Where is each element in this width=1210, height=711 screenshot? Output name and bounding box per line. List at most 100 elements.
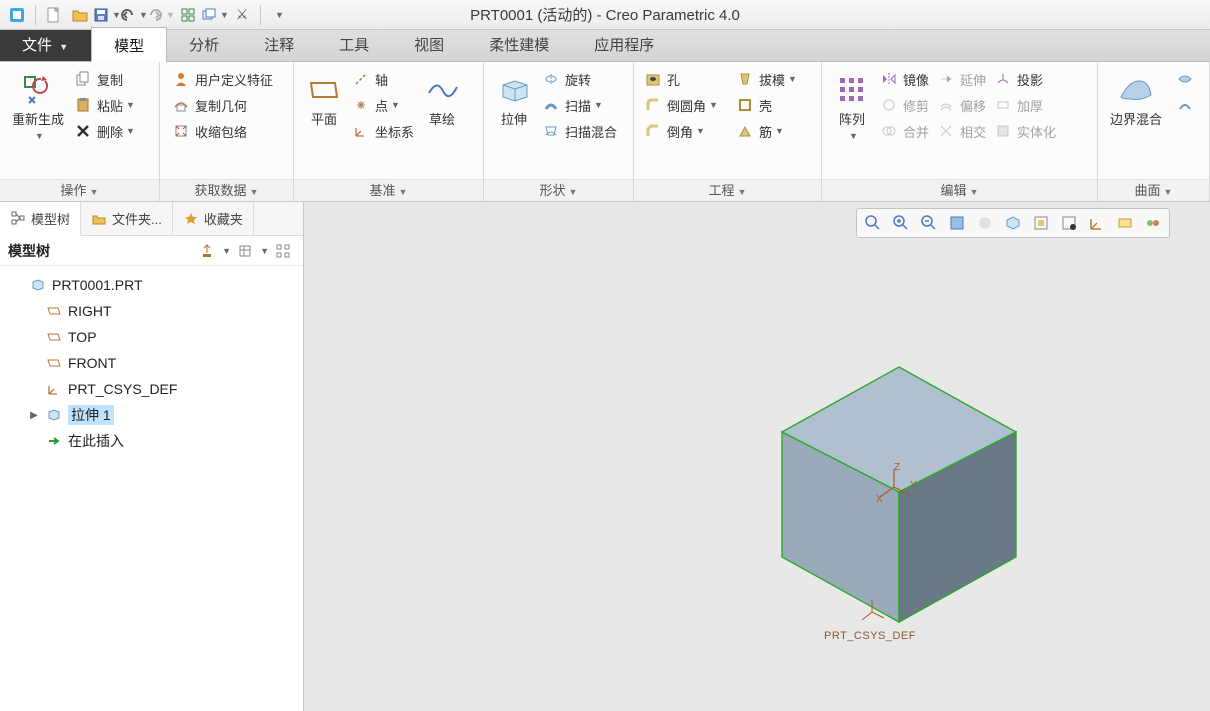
plane-icon bbox=[45, 328, 63, 346]
revolve-button[interactable]: 旋转 bbox=[538, 66, 621, 92]
thicken-button[interactable]: 加厚 bbox=[990, 92, 1060, 118]
plane-button[interactable]: 平面 bbox=[300, 66, 348, 129]
tab-annotate[interactable]: 注释 bbox=[242, 27, 317, 61]
extrude-button[interactable]: 拉伸 bbox=[490, 66, 538, 129]
merge-button[interactable]: 合并 bbox=[876, 118, 933, 144]
tree-plane-front[interactable]: FRONT bbox=[0, 350, 303, 376]
graphics-viewport[interactable]: Y Z X PRT_CSYS_DEF bbox=[304, 202, 1210, 711]
tree-plane-right[interactable]: RIGHT bbox=[0, 298, 303, 324]
regenerate-label: 重新生成▼ bbox=[12, 112, 64, 144]
tab-analysis[interactable]: 分析 bbox=[167, 27, 242, 61]
ribbon-group-title-eng[interactable]: 工程▼ bbox=[634, 179, 821, 201]
tree-filter-icon[interactable] bbox=[271, 240, 295, 262]
ribbon-group-title-surf[interactable]: 曲面▼ bbox=[1098, 179, 1209, 201]
mirror-button[interactable]: 镜像 bbox=[876, 66, 933, 92]
tab-apps[interactable]: 应用程序 bbox=[572, 27, 677, 61]
point-button[interactable]: 点▼ bbox=[348, 92, 418, 118]
tab-view[interactable]: 视图 bbox=[392, 27, 467, 61]
boundary-blend-button[interactable]: 边界混合 bbox=[1104, 66, 1168, 129]
zoom-in-icon[interactable] bbox=[887, 211, 915, 235]
offset-button[interactable]: 偏移 bbox=[933, 92, 990, 118]
datum-display-icon[interactable] bbox=[1083, 211, 1111, 235]
tab-model[interactable]: 模型 bbox=[91, 27, 167, 62]
ribbon-group-title-datum[interactable]: 基准▼ bbox=[294, 179, 483, 201]
copygeom-button[interactable]: 复制几何 bbox=[168, 92, 277, 118]
sweep-icon bbox=[542, 96, 560, 114]
copy-button[interactable]: 复制 bbox=[70, 66, 139, 92]
star-icon bbox=[183, 211, 199, 227]
spin-center-icon[interactable] bbox=[1139, 211, 1167, 235]
hole-button[interactable]: 孔 bbox=[640, 66, 722, 92]
plane-icon bbox=[306, 72, 342, 108]
draft-button[interactable]: 拔模▼ bbox=[732, 66, 801, 92]
intersect-button[interactable]: 相交 bbox=[933, 118, 990, 144]
surf-extra2-button[interactable] bbox=[1172, 92, 1203, 118]
tab-tools[interactable]: 工具 bbox=[317, 27, 392, 61]
axis-x-label: X bbox=[876, 494, 883, 505]
tree-plane-top[interactable]: TOP bbox=[0, 324, 303, 350]
udf-button[interactable]: 用户定义特征 bbox=[168, 66, 277, 92]
tab-flexmodel[interactable]: 柔性建模 bbox=[467, 27, 572, 61]
csys-button[interactable]: 坐标系 bbox=[348, 118, 418, 144]
paste-button[interactable]: 粘贴▼ bbox=[70, 92, 139, 118]
saved-views-icon[interactable] bbox=[999, 211, 1027, 235]
undo-icon[interactable]: ▼ bbox=[121, 3, 147, 27]
redo-icon[interactable]: ▼ bbox=[148, 3, 174, 27]
shell-button[interactable]: 壳 bbox=[732, 92, 801, 118]
perspective-icon[interactable] bbox=[1055, 211, 1083, 235]
tree-tools-icon[interactable] bbox=[195, 240, 219, 262]
display-style-icon[interactable] bbox=[971, 211, 999, 235]
ribbon-group-title-shape[interactable]: 形状▼ bbox=[484, 179, 633, 201]
regenerate-button[interactable]: 重新生成▼ bbox=[6, 66, 70, 146]
shrinkwrap-button[interactable]: 收缩包络 bbox=[168, 118, 277, 144]
sweepblend-button[interactable]: 扫描混合 bbox=[538, 118, 621, 144]
sketch-button[interactable]: 草绘 bbox=[418, 66, 466, 129]
expand-icon[interactable]: ▶ bbox=[28, 410, 40, 421]
tree-insert-here[interactable]: 在此插入 bbox=[0, 428, 303, 454]
axis-button[interactable]: 轴 bbox=[348, 66, 418, 92]
annotation-display-icon[interactable] bbox=[1111, 211, 1139, 235]
point-icon bbox=[352, 96, 370, 114]
revolve-icon bbox=[542, 70, 560, 88]
ribbon-group-title-edit[interactable]: 编辑▼ bbox=[822, 179, 1097, 201]
windows-icon[interactable]: ▼ bbox=[202, 3, 228, 27]
zoom-fit-icon[interactable] bbox=[859, 211, 887, 235]
regen-icon[interactable] bbox=[175, 3, 201, 27]
delete-button[interactable]: 删除▼ bbox=[70, 118, 139, 144]
chamfer-button[interactable]: 倒角▼ bbox=[640, 118, 722, 144]
thicken-icon bbox=[994, 96, 1012, 114]
save-icon[interactable]: ▼ bbox=[94, 3, 120, 27]
tree-extrude-feature[interactable]: ▶拉伸 1 bbox=[0, 402, 303, 428]
solidify-button[interactable]: 实体化 bbox=[990, 118, 1060, 144]
sidebar-tab-folder[interactable]: 文件夹... bbox=[81, 202, 173, 235]
rib-button[interactable]: 筋▼ bbox=[732, 118, 801, 144]
view-manager-icon[interactable] bbox=[1027, 211, 1055, 235]
trim-button[interactable]: 修剪 bbox=[876, 92, 933, 118]
sidebar-tab-modeltree[interactable]: 模型树 bbox=[0, 202, 81, 236]
zoom-out-icon[interactable] bbox=[915, 211, 943, 235]
open-icon[interactable] bbox=[67, 3, 93, 27]
folder-icon bbox=[91, 211, 107, 227]
tree-settings-icon[interactable] bbox=[233, 240, 257, 262]
tree-root[interactable]: PRT0001.PRT bbox=[0, 272, 303, 298]
sidebar-tab-favorites[interactable]: 收藏夹 bbox=[173, 202, 254, 235]
extend-button[interactable]: 延伸 bbox=[933, 66, 990, 92]
ribbon: 重新生成▼ 复制 粘贴▼ 删除▼ 操作▼ 用户定义特征 复制几何 收缩包络 获取… bbox=[0, 62, 1210, 202]
tree-icon bbox=[10, 210, 26, 226]
ribbon-group-title-getdata[interactable]: 获取数据▼ bbox=[160, 179, 293, 201]
round-button[interactable]: 倒圆角▼ bbox=[640, 92, 722, 118]
surf-icon bbox=[1176, 70, 1194, 88]
surf-extra1-button[interactable] bbox=[1172, 66, 1203, 92]
tab-file[interactable]: 文件 ▼ bbox=[0, 27, 91, 61]
repaint-icon[interactable] bbox=[943, 211, 971, 235]
tree-csys[interactable]: PRT_CSYS_DEF bbox=[0, 376, 303, 402]
app-menu-icon[interactable] bbox=[4, 3, 30, 27]
close-window-icon[interactable]: ⚔ bbox=[229, 3, 255, 27]
project-button[interactable]: 投影 bbox=[990, 66, 1060, 92]
customize-qat-icon[interactable]: ▼ bbox=[265, 3, 291, 27]
ribbon-group-title-ops[interactable]: 操作▼ bbox=[0, 179, 159, 201]
pattern-button[interactable]: 阵列▼ bbox=[828, 66, 876, 146]
model-geometry: Y Z X bbox=[764, 362, 1054, 655]
new-icon[interactable] bbox=[40, 3, 66, 27]
sweep-button[interactable]: 扫描▼ bbox=[538, 92, 621, 118]
